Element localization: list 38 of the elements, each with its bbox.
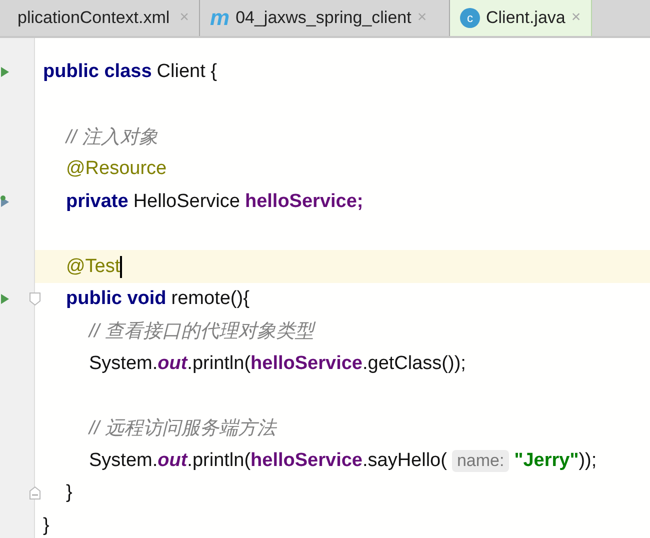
code-comment: // 注入对象 xyxy=(66,126,158,150)
annotation-text: @Test xyxy=(66,256,120,278)
field-name: helloService; xyxy=(244,190,364,213)
tab-label: 04_jaxws_spring_client xyxy=(236,8,412,28)
fold-icon[interactable] xyxy=(29,486,41,500)
module-icon: m xyxy=(210,7,230,29)
code-text: )); xyxy=(578,450,597,472)
static-field: out xyxy=(158,352,188,375)
code-comment: // 远程访问服务端方法 xyxy=(89,417,276,442)
code-text: .sayHello( xyxy=(362,450,447,472)
editor-tab[interactable]: c Client.java × xyxy=(450,0,592,36)
run-icon[interactable] xyxy=(0,292,10,305)
string-literal: "Jerry" xyxy=(514,450,579,472)
field-name: helloService xyxy=(250,352,362,375)
keyword-text: private xyxy=(66,190,128,213)
code-text: .println( xyxy=(187,352,251,375)
code-text: HelloService xyxy=(133,190,240,213)
parameter-hint: name: xyxy=(452,450,510,472)
static-field: out xyxy=(158,450,188,472)
code-text: Client { xyxy=(156,61,217,84)
fold-icon[interactable] xyxy=(29,292,41,306)
field-name: helloService xyxy=(250,450,362,472)
code-text: } xyxy=(43,514,50,537)
code-text: System. xyxy=(89,450,158,472)
keyword-text: public class xyxy=(43,61,152,84)
code-text: System. xyxy=(89,352,158,375)
run-icon[interactable] xyxy=(0,66,10,78)
implementation-icon[interactable] xyxy=(0,194,10,209)
code-text: .getClass()); xyxy=(362,352,466,375)
keyword-text: public void xyxy=(66,288,166,310)
tab-label: plicationContext.xml xyxy=(18,8,170,28)
code-comment: // 查看接口的代理对象类型 xyxy=(89,320,314,344)
tab-label: Client.java xyxy=(486,8,566,28)
code-text: .println( xyxy=(187,450,251,472)
code-text: remote(){ xyxy=(171,288,250,310)
code-text: } xyxy=(66,482,72,504)
class-icon: c xyxy=(460,8,480,28)
annotation-text: @Resource xyxy=(66,158,167,180)
